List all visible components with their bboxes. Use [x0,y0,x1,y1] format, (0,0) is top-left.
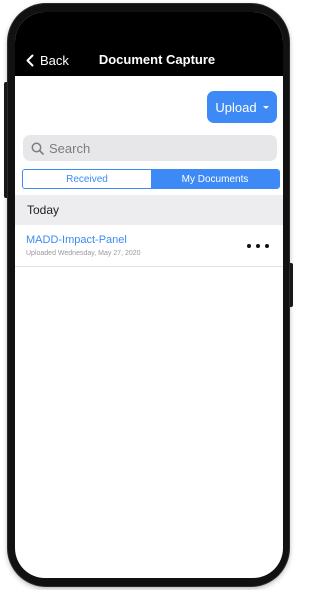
more-dot [265,244,269,248]
document-upload-date: Uploaded Wednesday, May 27, 2020 [26,250,141,257]
more-dot [256,244,260,248]
segment-received[interactable]: Received [23,170,151,188]
more-dot [247,244,251,248]
search-input[interactable] [49,140,259,156]
search-icon [31,142,44,155]
document-title[interactable]: MADD-Impact-Panel [26,234,127,246]
segment-my-documents[interactable]: My Documents [151,170,279,188]
phone-screen: Back Document Capture Upload Received My… [15,12,283,578]
document-list-item[interactable]: MADD-Impact-Panel Uploaded Wednesday, Ma… [15,226,283,267]
upload-button-label: Upload [215,99,257,115]
stage: Back Document Capture Upload Received My… [0,0,300,590]
more-options-button[interactable] [247,238,269,254]
caret-down-icon [262,105,269,109]
upload-button[interactable]: Upload [207,91,277,123]
navigation-bar: Back Document Capture [15,12,283,76]
document-segmented-control: Received My Documents [22,169,280,189]
search-bar[interactable] [23,135,277,161]
page-title: Document Capture [98,52,216,67]
section-header-today: Today [15,195,283,225]
